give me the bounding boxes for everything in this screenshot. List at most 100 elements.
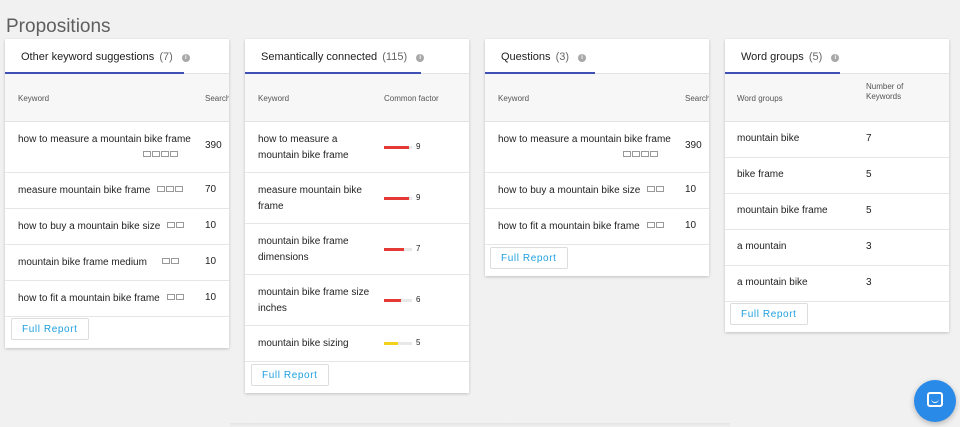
table-row: mountain bike frame 5	[725, 194, 949, 230]
table-row: bike frame 5	[725, 158, 949, 194]
table-row: mountain bike frame size inches 6	[245, 275, 469, 326]
questions-card: Questions (3) i Keyword Search how to me…	[485, 39, 709, 276]
search-volume-cell: 10	[685, 220, 697, 231]
keyword-cell[interactable]: how to measure a mountain bike frame	[498, 134, 671, 145]
keyword-cell[interactable]: how to fit a mountain bike frame	[18, 293, 160, 304]
info-icon[interactable]: i	[416, 54, 425, 62]
serp-feature-icon	[167, 220, 185, 231]
full-report-button[interactable]: Full Report	[11, 318, 89, 340]
word-group-cell[interactable]: a mountain bike	[737, 277, 808, 288]
tab-label: Semantically connected	[261, 51, 378, 63]
scroll-shadow	[230, 423, 730, 427]
column-header-keyword[interactable]: Keyword	[498, 94, 529, 103]
serp-feature-icon	[157, 184, 184, 195]
search-volume-cell: 10	[205, 256, 217, 267]
keyword-cell[interactable]: mountain bike frame medium	[18, 257, 147, 268]
tab-questions[interactable]: Questions (3) i	[485, 39, 709, 74]
search-volume-cell: 390	[205, 140, 222, 151]
page-title: Propositions	[6, 15, 111, 37]
keyword-cell[interactable]: measure mountain bike frame	[258, 183, 378, 214]
word-groups-card: Word groups (5) i Word groups Number of …	[725, 39, 949, 332]
word-group-cell[interactable]: mountain bike	[737, 133, 799, 144]
keyword-count-cell: 7	[866, 133, 872, 144]
keyword-cell[interactable]: how to buy a mountain bike size	[498, 185, 640, 196]
column-header-keyword[interactable]: Keyword	[258, 94, 289, 103]
info-icon[interactable]: i	[831, 54, 840, 62]
column-header-word-groups[interactable]: Word groups	[737, 94, 783, 103]
tab-word-groups[interactable]: Word groups (5) i	[725, 39, 949, 74]
column-header-search[interactable]: Search	[685, 94, 709, 103]
table-header: Keyword Search	[485, 74, 709, 122]
table-row: measure mountain bike frame 70	[5, 173, 229, 209]
keyword-cell[interactable]: measure mountain bike frame	[18, 185, 150, 196]
column-header-number-of-keywords[interactable]: Number of Keywords	[866, 82, 916, 101]
table-row: a mountain 3	[725, 230, 949, 266]
serp-feature-icon	[161, 256, 180, 267]
search-volume-cell: 10	[205, 292, 217, 303]
tab-count: (7)	[159, 51, 173, 63]
table-header: Keyword Common factor	[245, 74, 469, 122]
common-factor-bar	[384, 342, 412, 345]
keyword-count-cell: 3	[866, 277, 872, 288]
serp-feature-icon	[646, 220, 665, 231]
column-header-keyword[interactable]: Keyword	[18, 94, 49, 103]
table-row: how to fit a mountain bike frame 10	[485, 209, 709, 245]
word-group-cell[interactable]: a mountain	[737, 241, 786, 252]
column-header-search[interactable]: Search	[205, 94, 229, 103]
semantic-card: Semantically connected (115) i Keyword C…	[245, 39, 469, 393]
table-row: a mountain bike 3	[725, 266, 949, 302]
search-volume-cell: 10	[685, 184, 697, 195]
keyword-count-cell: 3	[866, 241, 872, 252]
common-factor-bar	[384, 197, 412, 200]
common-factor-bar	[384, 299, 412, 302]
common-factor-value: 9	[416, 142, 421, 151]
full-report-button[interactable]: Full Report	[730, 303, 808, 325]
table-row: mountain bike frame medium 10	[5, 245, 229, 281]
keyword-cell[interactable]: how to measure a mountain bike frame	[18, 134, 191, 145]
table-row: how to fit a mountain bike frame 10	[5, 281, 229, 317]
table-row: mountain bike frame dimensions 7	[245, 224, 469, 275]
tab-count: (5)	[808, 51, 823, 63]
serp-feature-icon	[623, 151, 659, 157]
column-header-common-factor[interactable]: Common factor	[384, 94, 439, 103]
chat-button[interactable]	[914, 380, 956, 422]
table-row: mountain bike 7	[725, 122, 949, 158]
keyword-cell[interactable]: how to buy a mountain bike size	[18, 221, 160, 232]
keyword-cell[interactable]: mountain bike sizing	[258, 336, 378, 352]
keyword-cell[interactable]: how to fit a mountain bike frame	[498, 221, 640, 232]
tab-other-suggestions[interactable]: Other keyword suggestions (7) i	[5, 39, 229, 74]
full-report-button[interactable]: Full Report	[490, 247, 568, 269]
common-factor-value: 6	[416, 295, 421, 304]
serp-feature-icon	[166, 292, 185, 303]
table-row: mountain bike sizing 5	[245, 326, 469, 362]
common-factor-bar	[384, 248, 412, 251]
info-icon[interactable]: i	[578, 54, 587, 62]
other-suggestions-card: Other keyword suggestions (7) i Keyword …	[5, 39, 229, 348]
serp-feature-icon	[143, 151, 179, 157]
search-volume-cell: 10	[205, 220, 217, 231]
keyword-cell[interactable]: mountain bike frame size inches	[258, 285, 378, 316]
common-factor-value: 5	[416, 338, 421, 347]
table-row: how to measure a mountain bike frame 9	[245, 122, 469, 173]
word-group-cell[interactable]: mountain bike frame	[737, 205, 828, 216]
common-factor-value: 7	[416, 244, 421, 253]
search-volume-cell: 70	[205, 184, 217, 195]
full-report-button[interactable]: Full Report	[251, 364, 329, 386]
word-group-cell[interactable]: bike frame	[737, 169, 784, 180]
table-row: measure mountain bike frame 9	[245, 173, 469, 224]
serp-feature-icon	[647, 184, 665, 195]
tab-count: (3)	[555, 51, 570, 63]
tab-semantically-connected[interactable]: Semantically connected (115) i	[245, 39, 469, 74]
info-icon[interactable]: i	[181, 54, 190, 62]
tab-label: Other keyword suggestions	[21, 51, 155, 63]
table-row: how to buy a mountain bike size 10	[5, 209, 229, 245]
table-row: how to buy a mountain bike size 10	[485, 173, 709, 209]
table-header: Keyword Search	[5, 74, 229, 122]
keyword-count-cell: 5	[866, 169, 872, 180]
keyword-cell[interactable]: mountain bike frame dimensions	[258, 234, 378, 265]
tab-label: Questions	[501, 51, 551, 63]
keyword-cell[interactable]: how to measure a mountain bike frame	[258, 132, 378, 163]
keyword-count-cell: 5	[866, 205, 872, 216]
table-header: Word groups Number of Keywords	[725, 74, 949, 122]
tab-label: Word groups	[741, 51, 804, 63]
